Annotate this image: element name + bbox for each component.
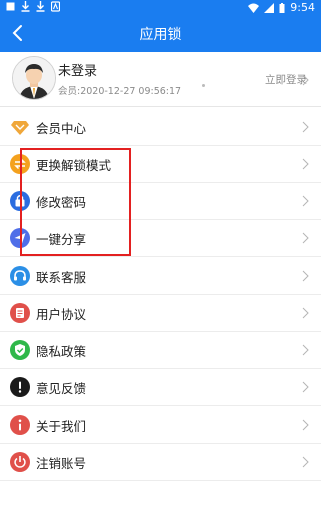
status-bar: 9:54: [0, 0, 321, 16]
chevron-right-icon: [302, 195, 309, 207]
download-icon: [36, 1, 45, 12]
app-notification-icon: [51, 1, 60, 12]
user-name: 未登录: [58, 64, 98, 79]
status-bar-system: 9:54: [248, 1, 315, 14]
profile-card[interactable]: 未登录 会员:2020-12-27 09:56:17 立即登录: [0, 52, 321, 107]
download-icon: [21, 1, 30, 12]
menu-item-label: 用户协议: [36, 307, 87, 322]
menu-item-label: 隐私政策: [36, 344, 87, 359]
menu-item-label: 会员中心: [36, 121, 87, 136]
member-expiry: 会员:2020-12-27 09:56:17: [58, 86, 182, 97]
chevron-right-icon: [302, 158, 309, 170]
menu-item-label: 一键分享: [36, 232, 87, 247]
menu-item-user-agreement[interactable]: 用户协议: [0, 295, 321, 332]
menu-item-privacy-policy[interactable]: 隐私政策: [0, 332, 321, 369]
chevron-right-icon: [302, 307, 309, 319]
chevron-right-icon: [302, 344, 309, 356]
menu-item-label: 关于我们: [36, 419, 87, 434]
power-icon: [10, 452, 30, 472]
menu-item-change-unlock-mode[interactable]: 更换解锁模式: [0, 146, 321, 183]
menu-item-contact-support[interactable]: 联系客服: [0, 258, 321, 295]
chevron-right-icon: [302, 456, 309, 468]
status-bar-notifications: [6, 1, 60, 12]
headset-icon: [10, 266, 30, 286]
menu-item-one-click-share[interactable]: 一键分享: [0, 220, 321, 257]
battery-icon: [279, 2, 285, 13]
app-bar: 应用锁: [0, 16, 321, 52]
shield-icon: [10, 340, 30, 360]
send-icon: [10, 228, 30, 248]
diamond-icon: [11, 121, 29, 135]
wifi-icon: [248, 3, 260, 13]
lock-icon: [10, 191, 30, 211]
info-icon: [10, 415, 30, 435]
menu-item-label: 修改密码: [36, 195, 87, 210]
menu-item-change-password[interactable]: 修改密码: [0, 183, 321, 220]
user-avatar-icon: [13, 57, 55, 99]
signal-icon: [264, 2, 275, 13]
separator-dot: [202, 84, 205, 87]
chevron-right-icon: [302, 121, 309, 133]
swap-icon: [10, 154, 30, 174]
menu-item-deactivate-account[interactable]: 注销账号: [0, 444, 321, 481]
menu-item-label: 注销账号: [36, 456, 87, 471]
menu-item-label: 意见反馈: [36, 381, 87, 396]
status-time: 9:54: [290, 1, 315, 14]
notification-square-icon: [6, 2, 15, 11]
chevron-right-icon: [302, 381, 309, 393]
chevron-right-icon: [302, 74, 309, 86]
chevron-right-icon: [302, 232, 309, 244]
menu-item-about-us[interactable]: 关于我们: [0, 407, 321, 444]
page-title: 应用锁: [139, 27, 182, 43]
avatar[interactable]: [12, 56, 56, 100]
chevron-right-icon: [302, 419, 309, 431]
menu-item-member-center[interactable]: 会员中心: [0, 109, 321, 146]
document-icon: [10, 303, 30, 323]
menu-item-label: 联系客服: [36, 270, 87, 285]
exclamation-icon: [10, 377, 30, 397]
menu-item-feedback[interactable]: 意见反馈: [0, 369, 321, 406]
chevron-right-icon: [302, 270, 309, 282]
menu-item-label: 更换解锁模式: [36, 158, 112, 173]
